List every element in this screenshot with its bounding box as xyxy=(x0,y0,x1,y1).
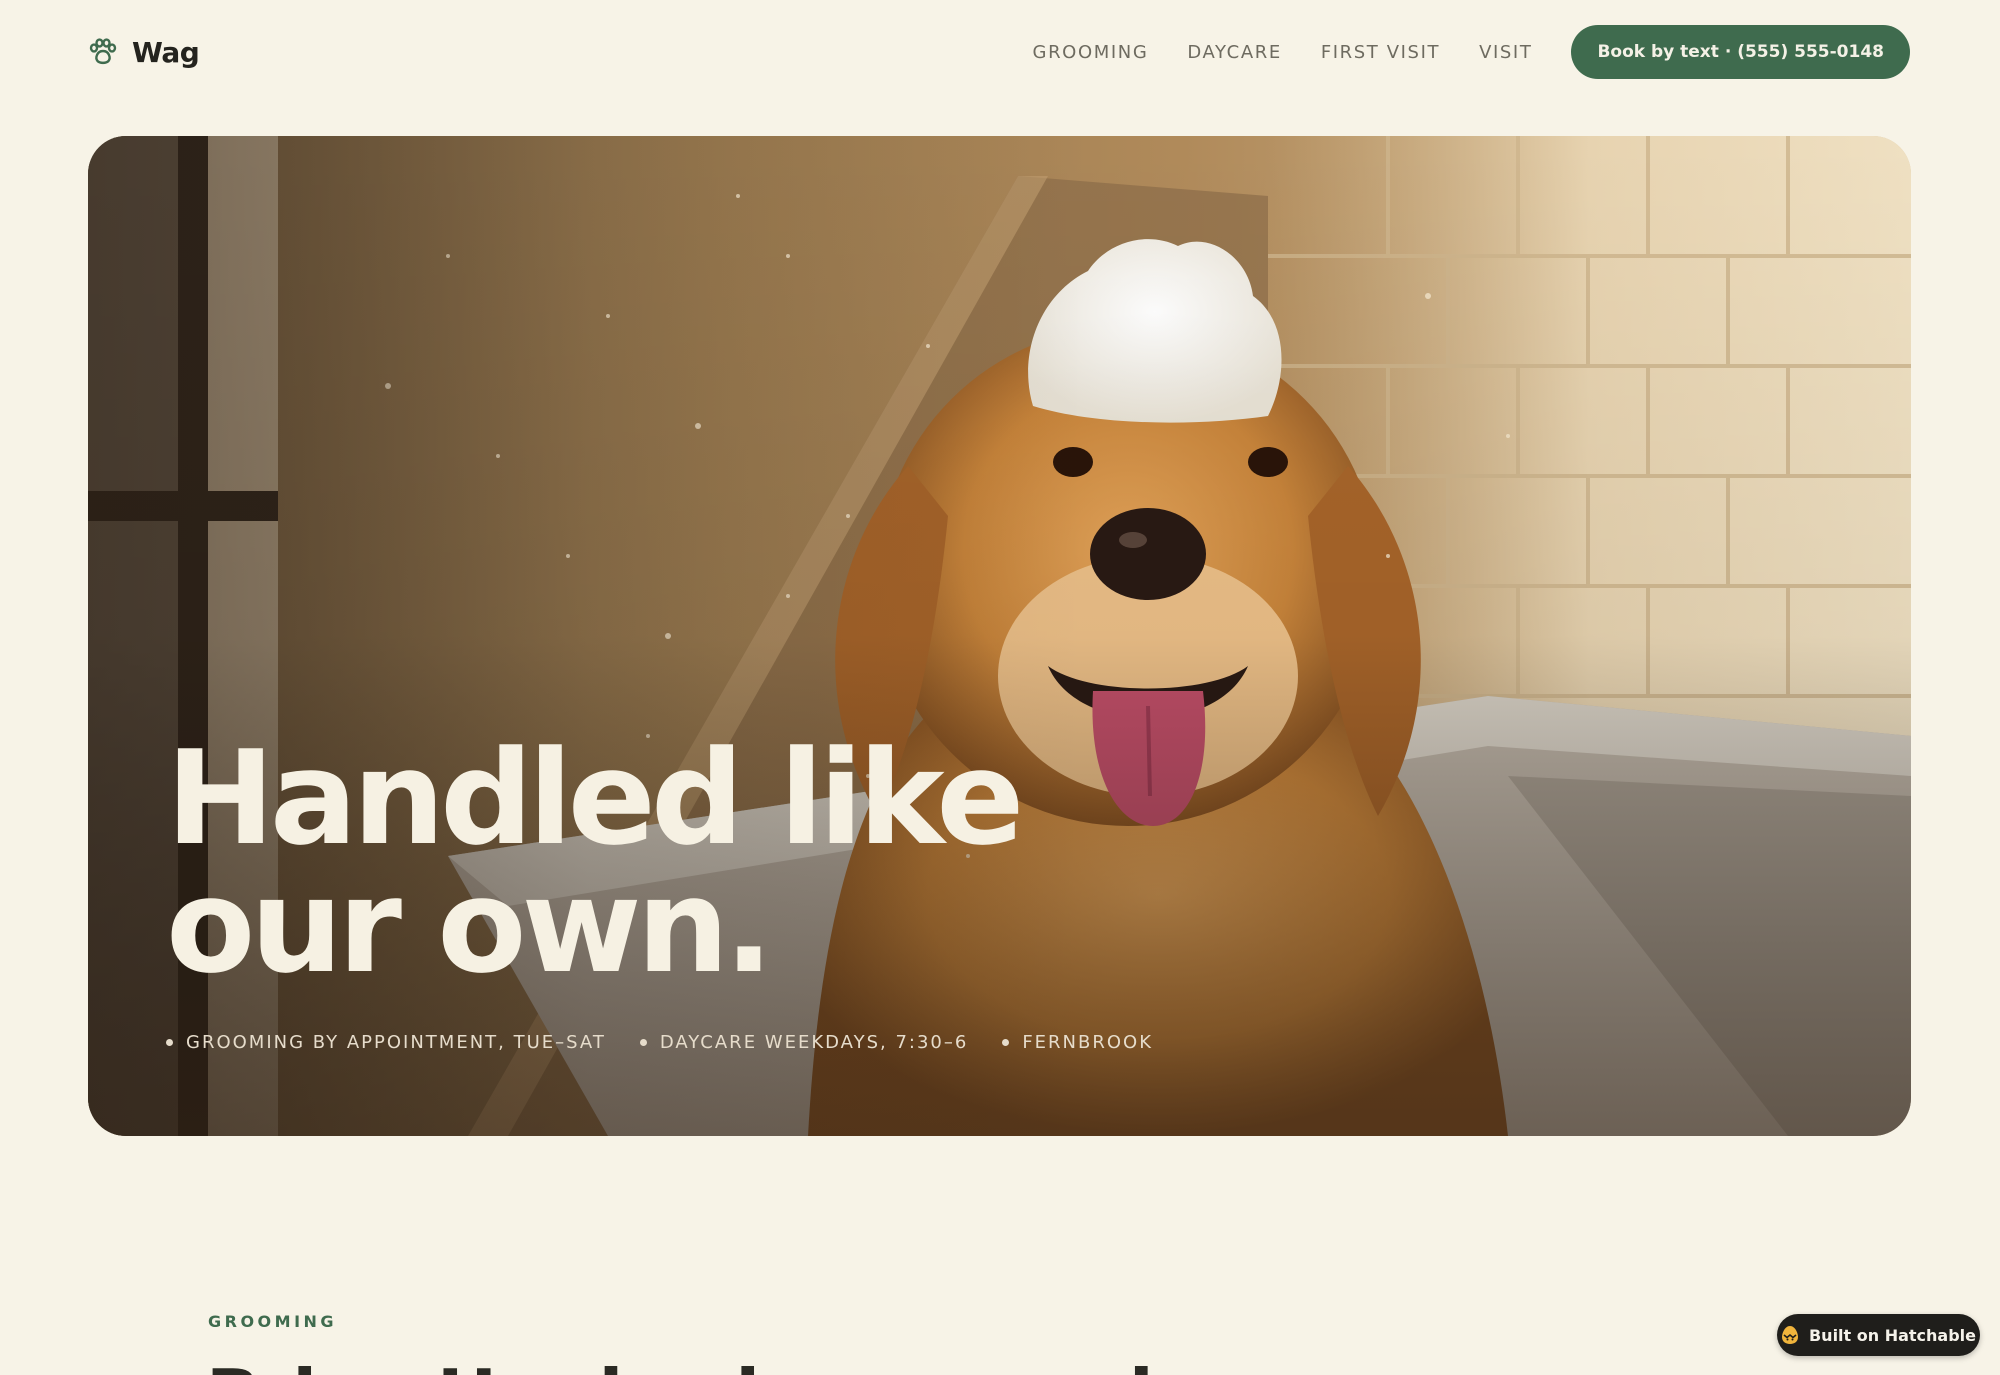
nav-link-first-visit[interactable]: FIRST VISIT xyxy=(1321,42,1440,63)
hero-headline: Handled like our own. xyxy=(166,722,1066,1002)
fact-text: FERNBROOK xyxy=(1022,1032,1154,1053)
fact-text: DAYCARE WEEKDAYS, 7:30–6 xyxy=(659,1032,969,1053)
egg-icon xyxy=(1781,1326,1798,1344)
brand-logo[interactable]: Wag xyxy=(88,32,200,72)
nav-link-daycare[interactable]: DAYCARE xyxy=(1187,42,1281,63)
main-nav: GROOMING DAYCARE FIRST VISIT VISIT Book … xyxy=(1033,24,1910,80)
badge-label: Built on Hatchable xyxy=(1808,1325,1977,1345)
section-title-text: Bring Her back groomed xyxy=(206,1356,1406,1375)
section-title: Bring Her back groomed xyxy=(206,1356,1406,1375)
fact-location: FERNBROOK xyxy=(1002,1032,1153,1053)
bullet-dot xyxy=(1002,1039,1010,1046)
bullet-dot xyxy=(639,1039,647,1046)
site-header: Wag GROOMING DAYCARE FIRST VISIT VISIT B… xyxy=(0,0,2000,104)
built-on-hatchable-badge[interactable]: Built on Hatchable xyxy=(1777,1314,1980,1356)
fact-grooming-hours: GROOMING BY APPOINTMENT, TUE–SAT xyxy=(166,1032,606,1053)
hero-headline-line-1: Handled like xyxy=(166,722,1024,874)
nav-link-grooming[interactable]: GROOMING xyxy=(1033,42,1149,63)
bullet-dot xyxy=(166,1039,173,1046)
section-eyebrow-grooming: GROOMING xyxy=(208,1312,338,1331)
nav-link-visit[interactable]: VISIT xyxy=(1479,42,1532,63)
hero-headline-line-2: our own. xyxy=(166,850,774,1002)
brand-name: Wag xyxy=(132,35,200,69)
paw-icon xyxy=(89,38,117,65)
book-by-text-button[interactable]: Book by text · (555) 555-0148 xyxy=(1571,25,1910,79)
hero-banner: Handled like our own. GROOMING BY APPOIN… xyxy=(88,136,1911,1136)
hero-facts: GROOMING BY APPOINTMENT, TUE–SAT DAYCARE… xyxy=(166,1032,1187,1053)
fact-text: GROOMING BY APPOINTMENT, TUE–SAT xyxy=(186,1032,606,1053)
fact-daycare-hours: DAYCARE WEEKDAYS, 7:30–6 xyxy=(639,1032,969,1053)
